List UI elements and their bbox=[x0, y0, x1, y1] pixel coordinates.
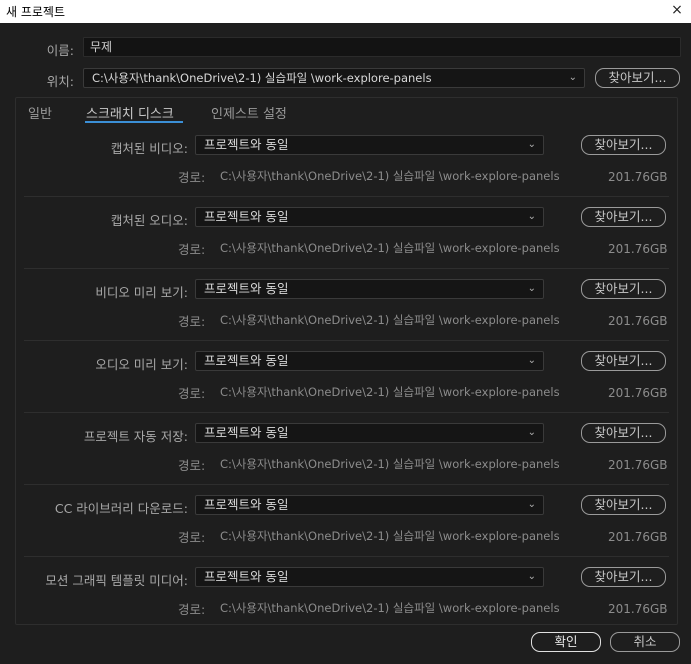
path-label: 경로: bbox=[178, 602, 206, 617]
tab-scratch-disks[interactable]: 스크래치 디스크 bbox=[86, 103, 174, 122]
scratch-row-label: 모션 그래픽 템플릿 미디어: bbox=[45, 573, 188, 588]
path-label: 경로: bbox=[178, 242, 206, 257]
scratch-location-select[interactable]: 프로젝트와 동일 ⌄ bbox=[195, 495, 544, 515]
title-bar: 새 프로젝트 × bbox=[0, 0, 691, 23]
path-label: 경로: bbox=[178, 386, 206, 401]
location-select[interactable]: C:\사용자\thank\OneDrive\2-1) 실습파일 \work-ex… bbox=[83, 68, 585, 88]
path-value: C:\사용자\thank\OneDrive\2-1) 실습파일 \work-ex… bbox=[220, 313, 560, 327]
chevron-down-icon: ⌄ bbox=[568, 72, 577, 83]
free-space-value: 201.76GB bbox=[608, 386, 668, 400]
free-space-value: 201.76GB bbox=[608, 530, 668, 544]
path-value: C:\사용자\thank\OneDrive\2-1) 실습파일 \work-ex… bbox=[220, 385, 560, 399]
free-space-value: 201.76GB bbox=[608, 170, 668, 184]
scratch-select-value: 프로젝트와 동일 bbox=[204, 497, 289, 512]
scratch-location-select[interactable]: 프로젝트와 동일 ⌄ bbox=[195, 207, 544, 227]
chevron-down-icon: ⌄ bbox=[527, 211, 536, 222]
row-divider bbox=[24, 340, 669, 341]
scratch-browse-button[interactable]: 찾아보기... bbox=[581, 279, 666, 299]
scratch-select-value: 프로젝트와 동일 bbox=[204, 569, 289, 584]
path-value: C:\사용자\thank\OneDrive\2-1) 실습파일 \work-ex… bbox=[220, 241, 560, 255]
window-title: 새 프로젝트 bbox=[6, 5, 66, 19]
scratch-row-label: CC 라이브러리 다운로드: bbox=[54, 501, 188, 516]
name-label: 이름: bbox=[46, 43, 74, 58]
row-divider bbox=[24, 268, 669, 269]
scratch-location-select[interactable]: 프로젝트와 동일 ⌄ bbox=[195, 423, 544, 443]
scratch-browse-button[interactable]: 찾아보기... bbox=[581, 207, 666, 227]
path-value: C:\사용자\thank\OneDrive\2-1) 실습파일 \work-ex… bbox=[220, 169, 560, 183]
path-value: C:\사용자\thank\OneDrive\2-1) 실습파일 \work-ex… bbox=[220, 457, 560, 471]
scratch-row-label: 캡처된 비디오: bbox=[110, 141, 188, 156]
row-divider bbox=[24, 412, 669, 413]
path-value: C:\사용자\thank\OneDrive\2-1) 실습파일 \work-ex… bbox=[220, 601, 560, 615]
tab-ingest-settings[interactable]: 인제스트 설정 bbox=[211, 103, 287, 122]
row-divider bbox=[24, 556, 669, 557]
scratch-select-value: 프로젝트와 동일 bbox=[204, 281, 289, 296]
free-space-value: 201.76GB bbox=[608, 242, 668, 256]
chevron-down-icon: ⌄ bbox=[527, 571, 536, 582]
scratch-browse-button[interactable]: 찾아보기... bbox=[581, 351, 666, 371]
chevron-down-icon: ⌄ bbox=[527, 283, 536, 294]
free-space-value: 201.76GB bbox=[608, 314, 668, 328]
scratch-select-value: 프로젝트와 동일 bbox=[204, 209, 289, 224]
row-divider bbox=[24, 484, 669, 485]
location-select-value: C:\사용자\thank\OneDrive\2-1) 실습파일 \work-ex… bbox=[92, 71, 432, 85]
scratch-row-label: 프로젝트 자동 저장: bbox=[83, 429, 188, 444]
scratch-location-select[interactable]: 프로젝트와 동일 ⌄ bbox=[195, 279, 544, 299]
scratch-row-label: 오디오 미리 보기: bbox=[95, 357, 188, 372]
active-tab-indicator bbox=[85, 121, 183, 123]
free-space-value: 201.76GB bbox=[608, 602, 668, 616]
path-label: 경로: bbox=[178, 458, 206, 473]
scratch-select-value: 프로젝트와 동일 bbox=[204, 137, 289, 152]
scratch-browse-button[interactable]: 찾아보기... bbox=[581, 567, 666, 587]
path-label: 경로: bbox=[178, 530, 206, 545]
path-label: 경로: bbox=[178, 314, 206, 329]
scratch-browse-button[interactable]: 찾아보기... bbox=[581, 495, 666, 515]
scratch-location-select[interactable]: 프로젝트와 동일 ⌄ bbox=[195, 567, 544, 587]
ok-button[interactable]: 확인 bbox=[531, 632, 601, 652]
close-icon[interactable]: × bbox=[669, 1, 685, 19]
scratch-row-label: 캡처된 오디오: bbox=[110, 213, 188, 228]
free-space-value: 201.76GB bbox=[608, 458, 668, 472]
scratch-select-value: 프로젝트와 동일 bbox=[204, 425, 289, 440]
path-label: 경로: bbox=[178, 170, 206, 185]
row-divider bbox=[24, 196, 669, 197]
chevron-down-icon: ⌄ bbox=[527, 427, 536, 438]
chevron-down-icon: ⌄ bbox=[527, 139, 536, 150]
scratch-browse-button[interactable]: 찾아보기... bbox=[581, 135, 666, 155]
scratch-browse-button[interactable]: 찾아보기... bbox=[581, 423, 666, 443]
scratch-location-select[interactable]: 프로젝트와 동일 ⌄ bbox=[195, 135, 544, 155]
chevron-down-icon: ⌄ bbox=[527, 499, 536, 510]
scratch-select-value: 프로젝트와 동일 bbox=[204, 353, 289, 368]
location-browse-button[interactable]: 찾아보기... bbox=[595, 68, 680, 88]
scratch-location-select[interactable]: 프로젝트와 동일 ⌄ bbox=[195, 351, 544, 371]
scratch-row-label: 비디오 미리 보기: bbox=[95, 285, 188, 300]
location-label: 위치: bbox=[46, 74, 74, 89]
path-value: C:\사용자\thank\OneDrive\2-1) 실습파일 \work-ex… bbox=[220, 529, 560, 543]
cancel-button[interactable]: 취소 bbox=[610, 632, 680, 652]
tab-general[interactable]: 일반 bbox=[28, 103, 52, 122]
name-input[interactable]: 무제 bbox=[83, 37, 681, 57]
chevron-down-icon: ⌄ bbox=[527, 355, 536, 366]
